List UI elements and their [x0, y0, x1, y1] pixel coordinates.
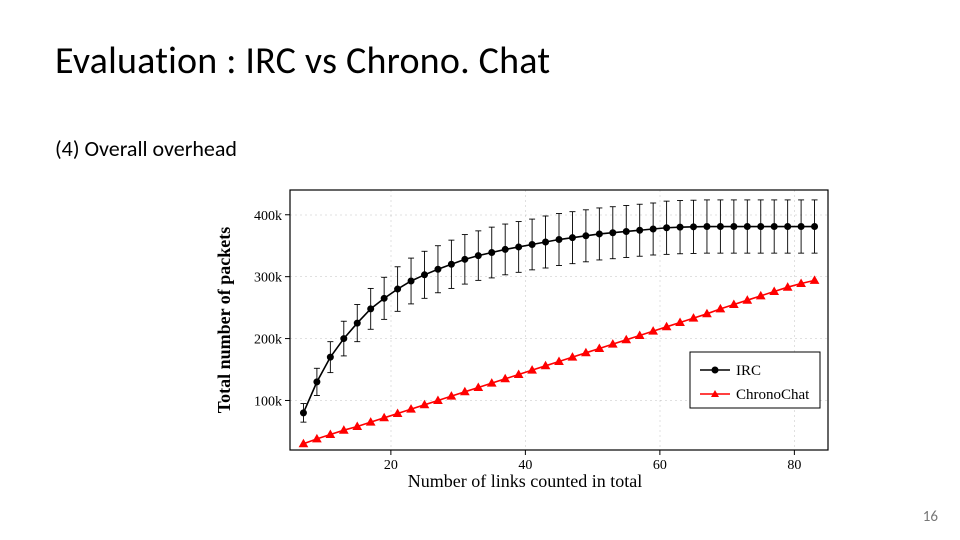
data-marker	[583, 233, 589, 239]
y-tick-label: 300k	[254, 271, 282, 286]
data-marker	[462, 256, 468, 262]
data-marker	[502, 246, 508, 252]
legend-label: ChronoChat	[736, 387, 810, 403]
data-marker	[516, 244, 522, 250]
chart-xlabel: Number of links counted in total	[210, 471, 840, 492]
data-marker	[381, 295, 387, 301]
data-marker	[300, 410, 306, 416]
data-marker	[731, 224, 737, 230]
data-marker	[798, 224, 804, 230]
data-marker	[341, 336, 347, 342]
page-title: Evaluation : IRC vs Chrono. Chat	[55, 38, 550, 84]
data-marker	[744, 224, 750, 230]
y-tick-label: 100k	[254, 394, 282, 409]
legend-label: IRC	[736, 363, 761, 379]
data-marker	[435, 266, 441, 272]
chart-figure: 20406080100k200k300k400kTotal number of …	[210, 180, 840, 480]
data-marker	[758, 224, 764, 230]
data-marker	[596, 231, 602, 237]
data-marker	[623, 228, 629, 234]
data-marker	[812, 224, 818, 230]
data-marker	[771, 224, 777, 230]
data-marker	[314, 379, 320, 385]
data-marker	[489, 250, 495, 256]
data-marker	[529, 241, 535, 247]
data-marker	[717, 224, 723, 230]
data-marker	[637, 227, 643, 233]
legend-swatch-marker	[712, 367, 719, 374]
data-marker	[664, 225, 670, 231]
y-tick-label: 200k	[254, 333, 282, 348]
data-marker	[408, 278, 414, 284]
data-marker	[569, 235, 575, 241]
data-marker	[556, 237, 562, 243]
data-marker	[475, 253, 481, 259]
y-tick-label: 400k	[254, 209, 282, 224]
data-marker	[368, 306, 374, 312]
page-number: 16	[923, 508, 938, 526]
data-marker	[677, 224, 683, 230]
data-marker	[543, 239, 549, 245]
data-marker	[422, 272, 428, 278]
data-marker	[650, 226, 656, 232]
slide: Evaluation : IRC vs Chrono. Chat (4) Ove…	[0, 0, 960, 540]
chart-svg: 20406080100k200k300k400kTotal number of …	[210, 180, 840, 480]
data-marker	[704, 224, 710, 230]
section-subtitle: (4) Overall overhead	[55, 135, 237, 162]
data-marker	[354, 320, 360, 326]
data-marker	[448, 261, 454, 267]
data-marker	[395, 286, 401, 292]
data-marker	[691, 224, 697, 230]
chart-ylabel: Total number of packets	[214, 227, 234, 414]
data-marker	[785, 224, 791, 230]
data-marker	[610, 230, 616, 236]
data-marker	[327, 354, 333, 360]
data-marker	[811, 276, 819, 283]
